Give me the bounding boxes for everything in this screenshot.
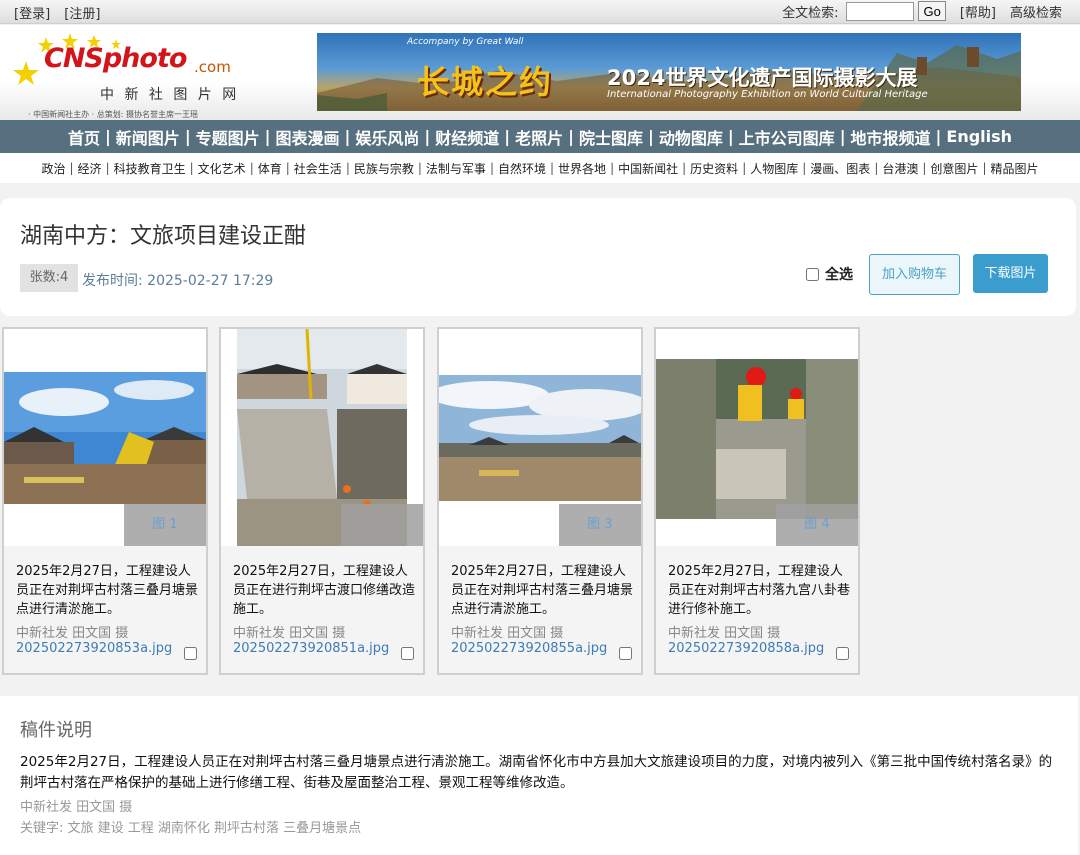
photo-card: 图 4 2025年2月27日，工程建设人员正在对荆坪古村落九宫八卦巷进行修补施工… bbox=[654, 327, 860, 675]
main-nav: 首页 | 新闻图片 | 专题图片 | 图表漫画 | 娱乐风尚 | 财经频道 | 老照片 | 院… bbox=[0, 120, 1080, 153]
photo-index-tag: 图 4 bbox=[776, 504, 858, 546]
publish-time: 发布时间: 2025-02-27 17:29 bbox=[82, 273, 274, 289]
photo-thumbnail-frame[interactable]: 图 1 bbox=[4, 329, 206, 546]
banner-subtitle: 2024世界文化遗产国际摄影大展 bbox=[607, 66, 918, 90]
main-nav-item[interactable]: 新闻图片 bbox=[111, 125, 185, 149]
main-nav-item[interactable]: 动物图库 bbox=[654, 125, 728, 149]
login-link[interactable]: [登录] bbox=[14, 7, 50, 22]
help-link[interactable]: [帮助] bbox=[960, 2, 996, 21]
banner-title: 长城之约 bbox=[417, 63, 554, 101]
select-all-label: 全选 bbox=[825, 267, 853, 283]
main-nav-item[interactable]: 老照片 bbox=[510, 125, 568, 149]
photo-caption: 2025年2月27日，工程建设人员正在对荆坪古村落三叠月塘景点进行清淤施工。 bbox=[451, 564, 634, 617]
category-item[interactable]: 世界各地 bbox=[554, 160, 610, 177]
search-area: 全文检索: Go [帮助] 高级检索 bbox=[782, 1, 1062, 21]
photo-thumbnail[interactable] bbox=[439, 375, 641, 501]
category-item[interactable]: 社会生活 bbox=[290, 160, 346, 177]
photo-thumbnail[interactable] bbox=[4, 372, 206, 504]
photo-select-checkbox[interactable] bbox=[401, 647, 414, 660]
banner-english: International Photography Exhibition on … bbox=[607, 89, 928, 100]
photo-select-checkbox[interactable] bbox=[619, 647, 632, 660]
photo-index-tag bbox=[341, 504, 423, 546]
category-item[interactable]: 创意图片 bbox=[926, 160, 982, 177]
category-item[interactable]: 科技教育卫生 bbox=[110, 160, 190, 177]
photo-thumbnail[interactable] bbox=[656, 359, 858, 519]
photo-card: 图 3 2025年2月27日，工程建设人员正在对荆坪古村落三叠月塘景点进行清淤施… bbox=[437, 327, 643, 675]
photo-credit: 中新社发 田文国 摄 bbox=[668, 626, 781, 641]
photo-filename-link[interactable]: 202502273920853a.jpg bbox=[16, 641, 172, 656]
photo-thumbnail-frame[interactable]: 图 3 bbox=[439, 329, 641, 546]
description-heading: 稿件说明 bbox=[20, 720, 92, 741]
add-to-cart-button[interactable]: 加入购物车 bbox=[869, 254, 960, 295]
logo-tagline: · 中国新闻社主办 · 总策划: 摄协名誉主席一王瑶 bbox=[28, 110, 198, 119]
photo-card: 2025年2月27日，工程建设人员正在进行荆坪古渡口修缮改造施工。 中新社发 田… bbox=[219, 327, 425, 675]
main-nav-item[interactable]: 首页 bbox=[63, 125, 105, 149]
site-header: CNSphoto .com 中 新 社 图 片 网 · 中国新闻社主办 · 总策… bbox=[0, 25, 1080, 120]
main-nav-item[interactable]: 地市报频道 bbox=[846, 125, 936, 149]
photo-count-badge: 张数:4 bbox=[20, 264, 78, 292]
photo-caption: 2025年2月27日，工程建设人员正在进行荆坪古渡口修缮改造施工。 bbox=[233, 564, 416, 617]
category-item[interactable]: 历史资料 bbox=[686, 160, 742, 177]
category-item[interactable]: 漫画、图表 bbox=[806, 160, 874, 177]
logo-dotcom: .com bbox=[194, 58, 231, 76]
photo-select-checkbox[interactable] bbox=[836, 647, 849, 660]
photo-thumbnail-frame[interactable]: 图 4 bbox=[656, 329, 858, 546]
register-link[interactable]: [注册] bbox=[64, 7, 100, 22]
main-nav-item[interactable]: 娱乐风尚 bbox=[350, 125, 424, 149]
select-all-toggle[interactable]: 全选 bbox=[806, 264, 853, 284]
category-item[interactable]: 人物图库 bbox=[746, 160, 802, 177]
photo-select-checkbox[interactable] bbox=[184, 647, 197, 660]
exhibition-banner[interactable]: Accompany by Great Wall 长城之约 2024世界文化遗产国… bbox=[317, 33, 1021, 111]
story-description: 稿件说明 2025年2月27日，工程建设人员正在对荆坪古村落三叠月塘景点进行清淤… bbox=[0, 696, 1078, 855]
main-nav-item[interactable]: 院士图库 bbox=[574, 125, 648, 149]
main-nav-item[interactable]: 专题图片 bbox=[191, 125, 265, 149]
photo-index-tag: 图 1 bbox=[124, 504, 206, 546]
article-header: 湖南中方：文旅项目建设正酣 张数:4 发布时间: 2025-02-27 17:2… bbox=[0, 198, 1076, 316]
photo-credit: 中新社发 田文国 摄 bbox=[233, 626, 346, 641]
category-item[interactable]: 台港澳 bbox=[878, 160, 922, 177]
select-all-checkbox[interactable] bbox=[806, 267, 819, 281]
top-utility-bar: [登录] [注册] 全文检索: Go [帮助] 高级检索 bbox=[0, 0, 1080, 24]
category-item[interactable]: 自然环境 bbox=[494, 160, 550, 177]
main-nav-item[interactable]: 图表漫画 bbox=[271, 125, 345, 149]
category-item[interactable]: 经济 bbox=[74, 160, 106, 177]
page-title: 湖南中方：文旅项目建设正酣 bbox=[20, 224, 307, 249]
category-item[interactable]: 民族与宗教 bbox=[350, 160, 418, 177]
logo-chinese-name: 中 新 社 图 片 网 bbox=[100, 87, 240, 103]
category-item[interactable]: 法制与军事 bbox=[422, 160, 490, 177]
description-credit: 中新社发 田文国 摄 bbox=[20, 800, 133, 815]
go-button[interactable]: Go bbox=[918, 1, 946, 21]
description-body: 2025年2月27日，工程建设人员正在对荆坪古村落三叠月塘景点进行清淤施工。湖南… bbox=[20, 754, 1053, 791]
main-nav-item[interactable]: 财经频道 bbox=[430, 125, 504, 149]
photo-credit: 中新社发 田文国 摄 bbox=[16, 626, 129, 641]
photo-caption: 2025年2月27日，工程建设人员正在对荆坪古村落三叠月塘景点进行清淤施工。 bbox=[16, 564, 199, 617]
photo-credit: 中新社发 田文国 摄 bbox=[451, 626, 564, 641]
search-input[interactable] bbox=[846, 1, 915, 21]
category-item[interactable]: 政治 bbox=[37, 160, 69, 177]
category-nav: 政治 | 经济 | 科技教育卫生 | 文化艺术 | 体育 | 社会生活 | 民族与宗教 | 法… bbox=[0, 153, 1080, 183]
photo-thumbnail-frame[interactable] bbox=[221, 329, 423, 546]
photo-card: 图 1 2025年2月27日，工程建设人员正在对荆坪古村落三叠月塘景点进行清淤施… bbox=[2, 327, 208, 675]
main-nav-item[interactable]: 上市公司图库 bbox=[734, 125, 840, 149]
category-item[interactable]: 体育 bbox=[254, 160, 286, 177]
photo-filename-link[interactable]: 202502273920851a.jpg bbox=[233, 641, 389, 656]
description-keywords: 关键字: 文旅 建设 工程 湖南怀化 荆坪古村落 三叠月塘景点 bbox=[20, 821, 362, 836]
category-item[interactable]: 中国新闻社 bbox=[614, 160, 682, 177]
photo-filename-link[interactable]: 202502273920855a.jpg bbox=[451, 641, 607, 656]
cnsphoto-logo[interactable]: CNSphoto .com 中 新 社 图 片 网 · 中国新闻社主办 · 总策… bbox=[12, 31, 252, 119]
advanced-search-link[interactable]: 高级检索 bbox=[1010, 2, 1062, 21]
download-button[interactable]: 下载图片 bbox=[973, 254, 1048, 293]
main-nav-item[interactable]: English bbox=[941, 127, 1017, 146]
banner-tagline: Accompany by Great Wall bbox=[407, 37, 524, 47]
photo-caption: 2025年2月27日，工程建设人员正在对荆坪古村落九宫八卦巷进行修补施工。 bbox=[668, 564, 851, 617]
logo-brand-text: CNSphoto bbox=[44, 43, 187, 74]
category-item[interactable]: 文化艺术 bbox=[194, 160, 250, 177]
search-label: 全文检索: bbox=[782, 5, 839, 21]
account-links: [登录] [注册] bbox=[14, 3, 110, 22]
category-item[interactable]: 精品图片 bbox=[986, 160, 1042, 177]
photo-filename-link[interactable]: 202502273920858a.jpg bbox=[668, 641, 824, 656]
photo-index-tag: 图 3 bbox=[559, 504, 641, 546]
